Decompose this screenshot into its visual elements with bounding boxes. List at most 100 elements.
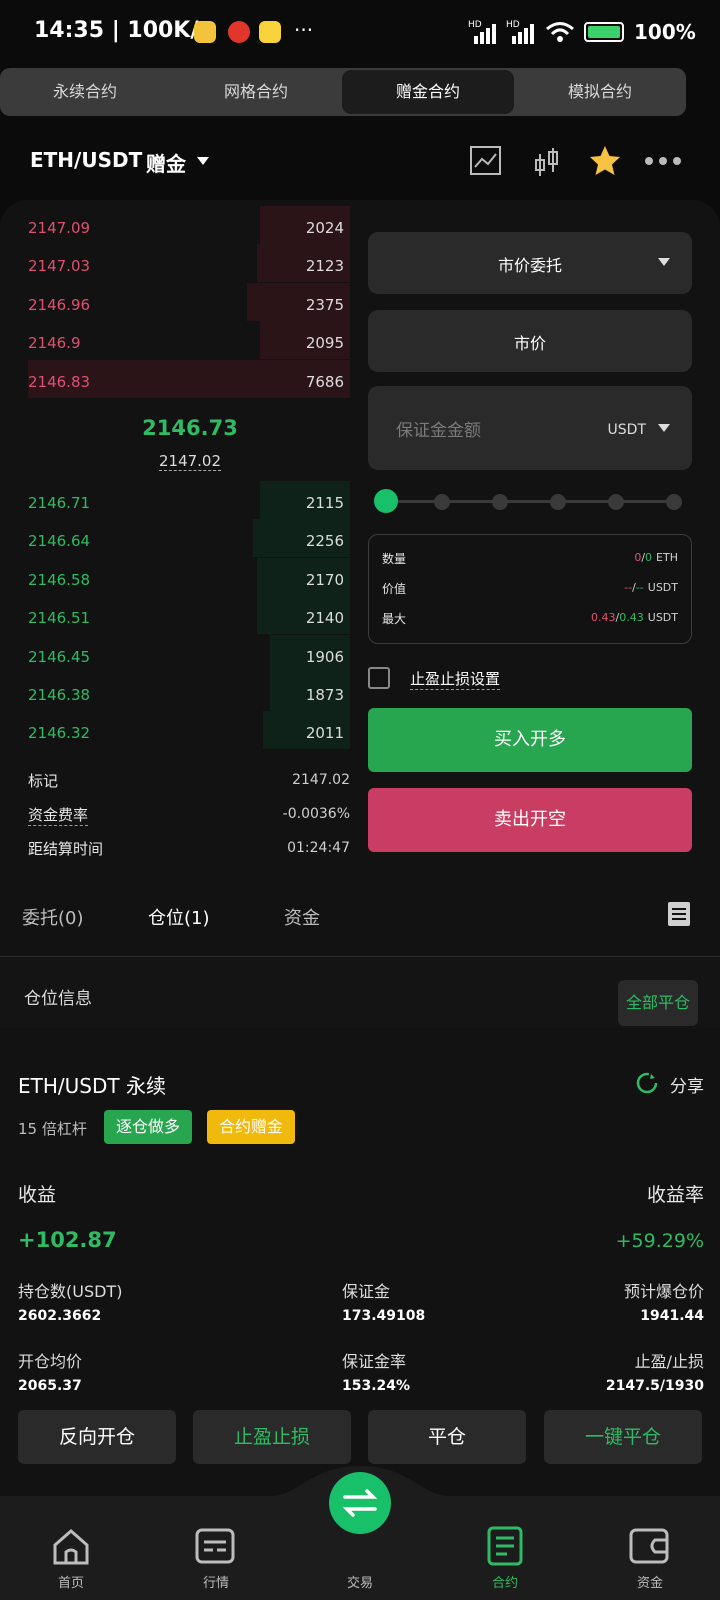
chevron-down-icon[interactable] [196, 156, 210, 166]
max-unit: USDT [647, 611, 678, 624]
bid-row[interactable]: 2146.58 2170 [28, 557, 350, 596]
chart-icon[interactable] [470, 146, 502, 176]
leverage-slider-track[interactable] [386, 500, 678, 503]
app-notification-icon [228, 21, 250, 43]
position-size-value: 2602.3662 [18, 1308, 102, 1324]
ask-price: 2147.03 [28, 257, 91, 276]
bid-row[interactable]: 2146.38 1873 [28, 673, 350, 711]
divider [0, 956, 720, 957]
tpsl-value: 2147.5/1930 [605, 1378, 704, 1394]
slider-handle[interactable] [374, 489, 398, 513]
order-type-select[interactable]: 市价委托 [368, 232, 692, 294]
slider-step[interactable] [608, 494, 624, 510]
quick-close-button[interactable]: 一键平仓 [544, 1410, 702, 1464]
signal-icon [474, 24, 496, 44]
battery-icon [584, 22, 624, 42]
bid-row[interactable]: 2146.51 2140 [28, 596, 350, 635]
bid-qty: 2011 [305, 724, 344, 743]
ask-row[interactable]: 2146.83 7686 [28, 359, 350, 398]
bid-price: 2146.45 [28, 647, 91, 666]
ask-price: 2147.09 [28, 219, 91, 237]
ask-row[interactable]: 2146.9 2095 [28, 321, 350, 360]
tab-orders[interactable]: 委托(0) [22, 904, 84, 930]
ask-qty: 7686 [305, 372, 344, 391]
entry-price-label: 开仓均价 [18, 1352, 83, 1371]
bid-qty: 1906 [305, 647, 344, 666]
close-position-button[interactable]: 平仓 [368, 1410, 526, 1464]
value-unit: USDT [647, 581, 678, 594]
star-icon[interactable] [588, 145, 622, 177]
funding-rate-label[interactable]: 资金费率 [28, 804, 89, 826]
liq-price-label: 预计爆仓价 [623, 1282, 704, 1301]
chevron-down-icon[interactable] [658, 424, 670, 433]
ask-row[interactable]: 2147.09 2024 [28, 206, 350, 244]
slider-step[interactable] [666, 494, 682, 510]
quantity-unit: ETH [656, 551, 678, 564]
tab-bonus[interactable]: 赠金合约 [342, 70, 514, 114]
tpsl-label[interactable]: 止盈止损设置 [410, 668, 501, 690]
close-all-button[interactable]: 全部平仓 [618, 980, 698, 1026]
wifi-icon [546, 22, 574, 42]
bid-row[interactable]: 2146.32 2011 [28, 711, 350, 750]
tab-positions[interactable]: 仓位(1) [148, 904, 210, 930]
nav-wallet[interactable]: 资金 [605, 1496, 695, 1591]
quantity-value: 0/0 ETH [634, 551, 678, 564]
value-value: --/-- USDT [624, 581, 678, 594]
isolated-long-badge: 逐仓做多 [104, 1110, 193, 1144]
tpsl-checkbox[interactable] [368, 667, 390, 689]
share-icon[interactable] [636, 1072, 658, 1094]
ask-qty: 2375 [305, 295, 344, 314]
pair-type[interactable]: 赠金 [146, 148, 186, 177]
pair-symbol[interactable]: ETH/USDT [30, 148, 142, 172]
bid-price: 2146.51 [28, 609, 91, 628]
share-label[interactable]: 分享 [670, 1072, 704, 1097]
tab-grid[interactable]: 网格合约 [170, 68, 342, 116]
sell-short-button[interactable]: 卖出开空 [368, 788, 692, 852]
candlestick-icon[interactable] [532, 146, 562, 178]
ask-row[interactable]: 2146.96 2375 [28, 282, 350, 321]
battery-percent: 100% [634, 20, 696, 44]
nav-trade[interactable]: 交易 [315, 1472, 405, 1591]
bid-row[interactable]: 2146.71 2115 [28, 481, 350, 519]
ask-price: 2146.83 [28, 372, 91, 391]
nav-home[interactable]: 首页 [26, 1496, 116, 1591]
nav-contract[interactable]: 合约 [460, 1496, 550, 1591]
mark-label: 标记 [28, 772, 59, 790]
chevron-down-icon [658, 258, 670, 266]
bonus-badge: 合约赠金 [207, 1110, 296, 1144]
status-time: 14:35 | 100K/s [34, 18, 212, 43]
margin-amount-input[interactable]: 保证金金额 USDT [368, 386, 692, 470]
reverse-open-button[interactable]: 反向开仓 [18, 1410, 176, 1464]
order-type-value: 市价委托 [497, 256, 562, 275]
slider-step[interactable] [492, 494, 508, 510]
price-field[interactable]: 市价 [368, 310, 692, 372]
swap-button [329, 1472, 391, 1534]
position-size-label: 持仓数(USDT) [18, 1282, 123, 1301]
buy-long-button[interactable]: 买入开多 [368, 708, 692, 772]
bid-qty: 2170 [305, 570, 344, 589]
value-primary: -- [624, 581, 633, 594]
document-icon[interactable] [668, 902, 690, 926]
quantity-secondary: 0 [645, 551, 653, 564]
mark-price-small[interactable]: 2147.02 [158, 452, 222, 471]
ask-qty: 2123 [305, 257, 344, 276]
home-icon [53, 1529, 89, 1565]
ask-row[interactable]: 2147.03 2123 [28, 244, 350, 283]
bid-price: 2146.32 [28, 724, 91, 743]
app-notification-icon [259, 21, 281, 43]
more-icon[interactable] [644, 155, 682, 167]
roe-label: 收益率 [646, 1184, 704, 1206]
slider-step[interactable] [550, 494, 566, 510]
bid-price: 2146.58 [28, 570, 91, 589]
tab-assets[interactable]: 资金 [284, 904, 320, 930]
margin-label: 保证金 [342, 1282, 391, 1301]
tpsl-button[interactable]: 止盈止损 [193, 1410, 351, 1464]
bid-row[interactable]: 2146.64 2256 [28, 519, 350, 558]
tab-demo[interactable]: 模拟合约 [514, 68, 686, 116]
bid-price: 2146.71 [28, 494, 91, 512]
bid-row[interactable]: 2146.45 1906 [28, 634, 350, 673]
nav-market[interactable]: 行情 [171, 1496, 261, 1591]
slider-step[interactable] [434, 494, 450, 510]
margin-unit[interactable]: USDT [608, 422, 646, 438]
tab-perpetual[interactable]: 永续合约 [0, 68, 170, 116]
